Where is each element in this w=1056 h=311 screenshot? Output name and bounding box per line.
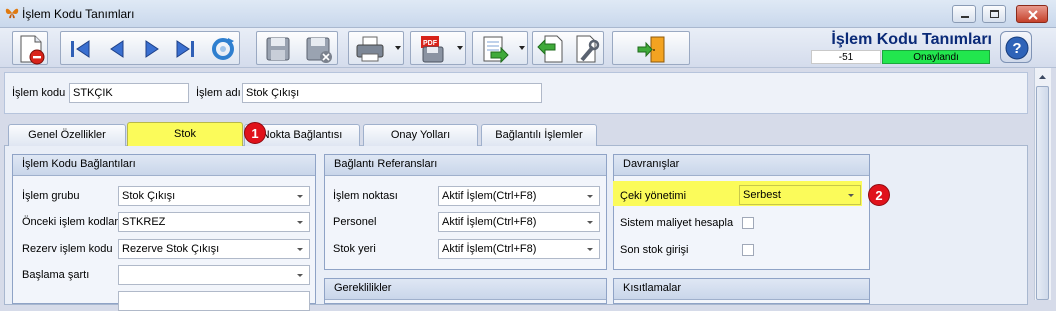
group-header: Gereklilikler <box>325 279 606 300</box>
settings-tool-icon[interactable] <box>569 32 603 66</box>
islem-noktasi-select[interactable]: Aktif İşlem(Ctrl+F8) <box>438 186 600 206</box>
butterfly-app-icon <box>5 8 19 19</box>
chevron-down-icon <box>848 194 854 197</box>
chevron-down-icon[interactable] <box>395 46 401 50</box>
chevron-down-icon <box>587 221 593 224</box>
pdf-icon: PDF <box>421 36 444 63</box>
rezerv-islem-kodu-label: Rezerv işlem kodu <box>22 243 113 255</box>
stok-yeri-select[interactable]: Aktif İşlem(Ctrl+F8) <box>438 239 600 259</box>
chevron-down-icon[interactable] <box>519 46 525 50</box>
navigation-group <box>60 31 240 65</box>
annotation-badge-2: 2 <box>868 184 890 206</box>
ceki-yonetimi-label: Çeki yönetimi <box>620 190 687 202</box>
delete-save-icon[interactable] <box>301 32 335 66</box>
next-row-select[interactable] <box>118 291 310 311</box>
save-icon[interactable] <box>261 32 295 66</box>
select-value: Aktif İşlem(Ctrl+F8) <box>442 243 537 255</box>
select-value: Aktif İşlem(Ctrl+F8) <box>442 216 537 228</box>
new-button[interactable] <box>12 31 48 65</box>
chevron-down-icon <box>297 274 303 277</box>
baslama-sarti-select[interactable] <box>118 265 310 285</box>
tab-stok[interactable]: Stok <box>127 122 243 146</box>
export-icon <box>483 36 509 64</box>
close-button[interactable] <box>1016 5 1048 23</box>
chevron-down-icon[interactable] <box>457 46 463 50</box>
tab-genel-ozellikler[interactable]: Genel Özellikler <box>8 124 126 146</box>
sistem-maliyet-checkbox[interactable] <box>742 217 754 229</box>
islem-noktasi-label: İşlem noktası <box>333 190 398 202</box>
group-header: Bağlantı Referansları <box>325 155 606 176</box>
onceki-islem-kodlari-label: Önceki işlem kodları <box>22 216 122 228</box>
scroll-up-icon[interactable] <box>1036 70 1049 84</box>
export-button[interactable] <box>472 31 528 65</box>
save-group <box>256 31 338 65</box>
page-title: İşlem Kodu Tanımları <box>831 31 992 48</box>
next-record-icon[interactable] <box>137 32 167 66</box>
annotation-badge-1: 1 <box>244 122 266 144</box>
gereklilikler-group: Gereklilikler <box>324 278 607 304</box>
islem-adi-label: İşlem adı <box>196 87 241 99</box>
help-icon: ? <box>1005 36 1029 60</box>
islem-grubu-label: İşlem grubu <box>22 190 80 202</box>
chevron-down-icon <box>297 195 303 198</box>
tab-onay-yollari[interactable]: Onay Yolları <box>363 124 478 146</box>
pdf-button[interactable]: PDF <box>410 31 466 65</box>
exit-door-icon <box>637 36 665 63</box>
baslama-sarti-label: Başlama şartı <box>22 269 90 281</box>
import-tools-group <box>532 31 604 65</box>
son-stok-girisi-checkbox[interactable] <box>742 244 754 256</box>
stok-yeri-label: Stok yeri <box>333 243 376 255</box>
sistem-maliyet-label: Sistem maliyet hesapla <box>620 217 734 229</box>
chevron-down-icon <box>587 195 593 198</box>
title-bar <box>0 0 1056 28</box>
import-icon[interactable] <box>535 32 569 66</box>
print-icon <box>356 36 384 62</box>
kisitlamalar-group: Kısıtlamalar <box>613 278 870 304</box>
islem-adi-input[interactable]: Stok Çıkışı <box>242 83 542 103</box>
svg-text:PDF: PDF <box>423 40 438 47</box>
status-badge: Onaylandı <box>882 50 990 64</box>
group-header: İşlem Kodu Bağlantıları <box>13 155 315 176</box>
exit-button[interactable] <box>612 31 690 65</box>
islem-kodu-label: İşlem kodu <box>12 87 66 99</box>
onceki-islem-kodlari-select[interactable]: STKREZ <box>118 212 310 232</box>
new-document-icon <box>20 35 45 65</box>
islem-grubu-select[interactable]: Stok Çıkışı <box>118 186 310 206</box>
refresh-icon[interactable] <box>207 32 239 66</box>
scrollbar-thumb[interactable] <box>1036 86 1049 300</box>
son-stok-girisi-label: Son stok girişi <box>620 244 689 256</box>
personel-label: Personel <box>333 216 377 228</box>
group-header: Davranışlar <box>614 155 869 176</box>
svg-text:?: ? <box>1012 40 1021 57</box>
chevron-down-icon <box>297 248 303 251</box>
select-value: Rezerve Stok Çıkışı <box>122 243 220 255</box>
close-icon <box>1028 10 1038 20</box>
select-value: Serbest <box>743 189 781 201</box>
previous-record-icon[interactable] <box>101 32 131 66</box>
ceki-yonetimi-select[interactable]: Serbest <box>739 185 861 205</box>
chevron-down-icon <box>297 221 303 224</box>
chevron-down-icon <box>587 248 593 251</box>
select-value: Aktif İşlem(Ctrl+F8) <box>442 190 537 202</box>
select-value: Stok Çıkışı <box>122 190 176 202</box>
minimize-button[interactable] <box>952 5 976 23</box>
first-record-icon[interactable] <box>65 32 95 66</box>
help-button[interactable]: ? <box>1000 31 1032 63</box>
select-value: STKREZ <box>122 216 166 228</box>
window-title: İşlem Kodu Tanımları <box>22 7 135 21</box>
last-record-icon[interactable] <box>171 32 203 66</box>
rezerv-islem-kodu-select[interactable]: Rezerve Stok Çıkışı <box>118 239 310 259</box>
group-header: Kısıtlamalar <box>614 279 869 300</box>
personel-select[interactable]: Aktif İşlem(Ctrl+F8) <box>438 212 600 232</box>
print-button[interactable] <box>348 31 404 65</box>
tab-baglantili-islemler[interactable]: Bağlantılı İşlemler <box>481 124 597 146</box>
islem-kodu-input[interactable]: STKÇIK <box>69 83 189 103</box>
maximize-button[interactable] <box>982 5 1006 23</box>
record-number: -51 <box>811 50 881 64</box>
